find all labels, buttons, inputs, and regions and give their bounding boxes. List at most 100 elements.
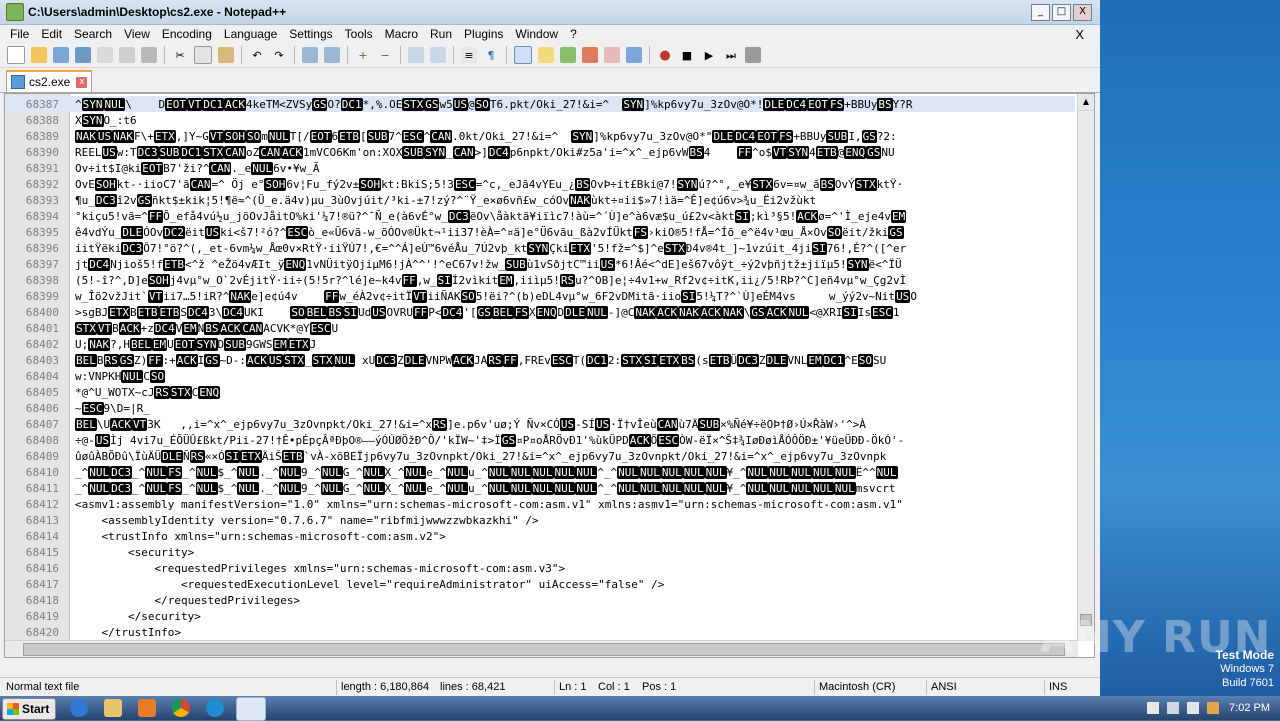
editor-line[interactable]: 68389 NAK US NAKF\+ETX,]Y~GVT SOH SOmNULT[/EO… xyxy=(5,128,1075,144)
play-macro-icon[interactable]: ▶ xyxy=(701,47,717,63)
zoom-in-icon[interactable]: + xyxy=(355,47,371,63)
editor-line[interactable]: 68415 <security> xyxy=(5,544,1075,560)
open-file-icon[interactable] xyxy=(31,47,47,63)
record-macro-icon[interactable]: ● xyxy=(657,47,673,63)
editor-line[interactable]: 68395 ê4vdÝu_DLEÓOvDC2ëitUSki<š7!²ó?^ESCò… xyxy=(5,224,1075,240)
save-all-icon[interactable] xyxy=(75,47,91,63)
edge-icon[interactable] xyxy=(206,699,224,717)
editor-line[interactable]: 68420 </trustInfo> xyxy=(5,624,1075,640)
language-icon[interactable] xyxy=(538,47,554,63)
editor-line[interactable]: 68408 ÷@-USÌj 4vi7u_ÉÕÜÛ£ßkt/Pii-27!†Ê•pÉ… xyxy=(5,432,1075,448)
tray-app-icon[interactable] xyxy=(1207,702,1220,714)
file-explorer-icon[interactable] xyxy=(104,699,122,717)
editor-line[interactable]: 68390 REELUSw:TDC3 SUB DC1 STX CANoZCAN ACK1mV… xyxy=(5,144,1075,160)
copy-icon[interactable] xyxy=(194,46,212,64)
start-button[interactable]: Start xyxy=(2,698,56,720)
run-macro-multiple-icon[interactable]: ⏭ xyxy=(723,47,739,63)
tab-cs2-exe[interactable]: cs2.exe x xyxy=(6,70,93,92)
editor-line[interactable]: 68400 >sgBJETXBETB ETBSDC43\DC4UKI SO BEL BS… xyxy=(5,304,1075,320)
folder-workspace-icon[interactable] xyxy=(604,47,620,63)
editor-line[interactable]: 68411 _^NUL DC3_^NUL FS_^NUL$_^NUL._^NUL9_^… xyxy=(5,480,1075,496)
cut-icon[interactable]: ✂ xyxy=(172,47,188,63)
close-all-icon[interactable] xyxy=(119,47,135,63)
close-document-icon[interactable]: X xyxy=(1069,27,1090,42)
stop-macro-icon[interactable]: ■ xyxy=(679,47,695,63)
word-wrap-icon[interactable]: ≡ xyxy=(461,47,477,63)
editor-line[interactable]: 68409 ûøûÀBÕÐû\ÏùÄÜDLEÑRS«×ÓSI ETXÄiŠETB`v… xyxy=(5,448,1075,464)
editor-line[interactable]: 68410 _^NUL DC3_^NUL FS_^NUL$_^NUL._^NUL9_^… xyxy=(5,464,1075,480)
menu-help[interactable]: ? xyxy=(564,27,583,41)
menu-file[interactable]: File xyxy=(4,27,35,41)
redo-icon[interactable]: ↷ xyxy=(271,47,287,63)
media-player-icon[interactable] xyxy=(138,699,156,717)
volume-icon[interactable] xyxy=(1187,702,1200,714)
editor-line[interactable]: 68407 BEL\UACK VT3K ,,i=^x^_ejp6vy7u_3zOvn… xyxy=(5,416,1075,432)
menu-run[interactable]: Run xyxy=(424,27,458,41)
sync-horizontal-icon[interactable] xyxy=(430,47,446,63)
editor-line[interactable]: 68402 U;NAK?,HBEL EMUEOT SYNDSUB9GWSEM ETXJ xyxy=(5,336,1075,352)
menu-edit[interactable]: Edit xyxy=(35,27,68,41)
vertical-scrollbar[interactable]: ▲ xyxy=(1077,94,1094,641)
indent-guide-icon[interactable] xyxy=(514,46,532,64)
editor-line[interactable]: 68405 *@^U_WOTX~cJRS STXCENQ xyxy=(5,384,1075,400)
menu-tools[interactable]: Tools xyxy=(339,27,379,41)
tab-close-icon[interactable]: x xyxy=(76,76,88,88)
editor-line[interactable]: 68396 iitŸëkiDC3Ô7!°ö?^(,_et-6vm¼w_Åœ0v×R… xyxy=(5,240,1075,256)
save-macro-icon[interactable] xyxy=(745,47,761,63)
menu-window[interactable]: Window xyxy=(509,27,564,41)
editor-line[interactable]: 68398 (5!-î?^,D]eSOHj4vµ°w_O`2vÉjitŸ·ii÷(… xyxy=(5,272,1075,288)
clock[interactable]: 7:02 PM xyxy=(1229,702,1270,714)
editor-line[interactable]: 68418 </requestedPrivileges> xyxy=(5,592,1075,608)
sync-vertical-icon[interactable] xyxy=(408,47,424,63)
scroll-up-icon[interactable]: ▲ xyxy=(1078,94,1094,111)
editor-line[interactable]: 68388 XSYNO_:t6 xyxy=(5,112,1075,128)
editor-line[interactable]: 68406 ~ESC9\D=|R_ xyxy=(5,400,1075,416)
editor-line[interactable]: 68417 <requestedExecutionLevel level="re… xyxy=(5,576,1075,592)
editor-line[interactable]: 68412 <asmv1:assembly manifestVersion="1.… xyxy=(5,496,1075,512)
editor-line[interactable]: 68387 ^SYN NUL\ DEOT VT DC1 ACK4keTM<ZVSyGSO?… xyxy=(5,96,1075,112)
doc-map-icon[interactable] xyxy=(560,47,576,63)
replace-icon[interactable] xyxy=(324,47,340,63)
editor-line[interactable]: 68392 OvESOHkt-·iioC7'ãCAN=^ Öj e°SOH6v¦F… xyxy=(5,176,1075,192)
chrome-icon[interactable] xyxy=(172,699,190,717)
close-file-icon[interactable] xyxy=(97,47,113,63)
editor-line[interactable]: 68394 °kiçu5!vã=^FFÕ_efå4vú½u_jõOvJåitO%k… xyxy=(5,208,1075,224)
find-icon[interactable] xyxy=(302,47,318,63)
editor-line[interactable]: 68393 ¶u_DC3î2vGSñkt$±kik¦5!¶ë≈^(Ü_e.ä4v)… xyxy=(5,192,1075,208)
menu-encoding[interactable]: Encoding xyxy=(156,27,218,41)
editor-line[interactable]: 68414 <trustInfo xmlns="urn:schemas-micr… xyxy=(5,528,1075,544)
editor-line[interactable]: 68416 <requestedPrivileges xmlns="urn:sc… xyxy=(5,560,1075,576)
menu-search[interactable]: Search xyxy=(68,27,118,41)
menu-macro[interactable]: Macro xyxy=(379,27,424,41)
notepadpp-taskbar-icon[interactable] xyxy=(236,697,266,721)
menu-settings[interactable]: Settings xyxy=(283,27,338,41)
close-button[interactable]: X xyxy=(1073,3,1092,21)
save-icon[interactable] xyxy=(53,47,69,63)
menu-plugins[interactable]: Plugins xyxy=(458,27,509,41)
editor-line[interactable]: 68391 Ov÷it$I@kiEOTB7'ži?^CAN._eNUL6v•¥w_… xyxy=(5,160,1075,176)
horizontal-scrollbar[interactable] xyxy=(5,640,1078,657)
monitor-icon[interactable] xyxy=(626,47,642,63)
editor-line[interactable]: 68413 <assemblyIdentity version="0.7.6.7… xyxy=(5,512,1075,528)
network-icon[interactable] xyxy=(1167,702,1180,714)
editor-line[interactable]: 68401 STX VTBACK+zDC4VEMNBS ACK CANACVK*@YES… xyxy=(5,320,1075,336)
show-all-chars-icon[interactable]: ¶ xyxy=(483,47,499,63)
menu-view[interactable]: View xyxy=(118,27,156,41)
editor-line[interactable]: 68404 w:VNPKHNULCSO xyxy=(5,368,1075,384)
editor-line[interactable]: 68397 jtDC4Njioš5!fETB<^ž ^eŽö4vÆIt_ÿENQ1… xyxy=(5,256,1075,272)
new-file-icon[interactable] xyxy=(7,46,25,64)
zoom-out-icon[interactable]: − xyxy=(377,47,393,63)
paste-icon[interactable] xyxy=(218,47,234,63)
horizontal-scroll-thumb[interactable] xyxy=(23,643,1065,656)
minimize-button[interactable]: _ xyxy=(1031,3,1050,21)
function-list-icon[interactable] xyxy=(582,47,598,63)
maximize-button[interactable]: □ xyxy=(1052,3,1071,21)
print-icon[interactable] xyxy=(141,47,157,63)
editor-area[interactable]: 68387 ^SYN NUL\ DEOT VT DC1 ACK4keTM<ZVSyGSO?… xyxy=(4,93,1095,658)
action-center-icon[interactable] xyxy=(1147,702,1160,714)
editor-line[interactable]: 68403 BELBRS GSZ)FF:+ACKIGS~D-:ACK US STX_ST… xyxy=(5,352,1075,368)
editor-line[interactable]: 68419 </security> xyxy=(5,608,1075,624)
editor-line[interactable]: 68399 w_Îö2vžJit`VTii7…5!iR?^NAKe]e¢ú4v F… xyxy=(5,288,1075,304)
undo-icon[interactable]: ↶ xyxy=(249,47,265,63)
menu-language[interactable]: Language xyxy=(218,27,283,41)
